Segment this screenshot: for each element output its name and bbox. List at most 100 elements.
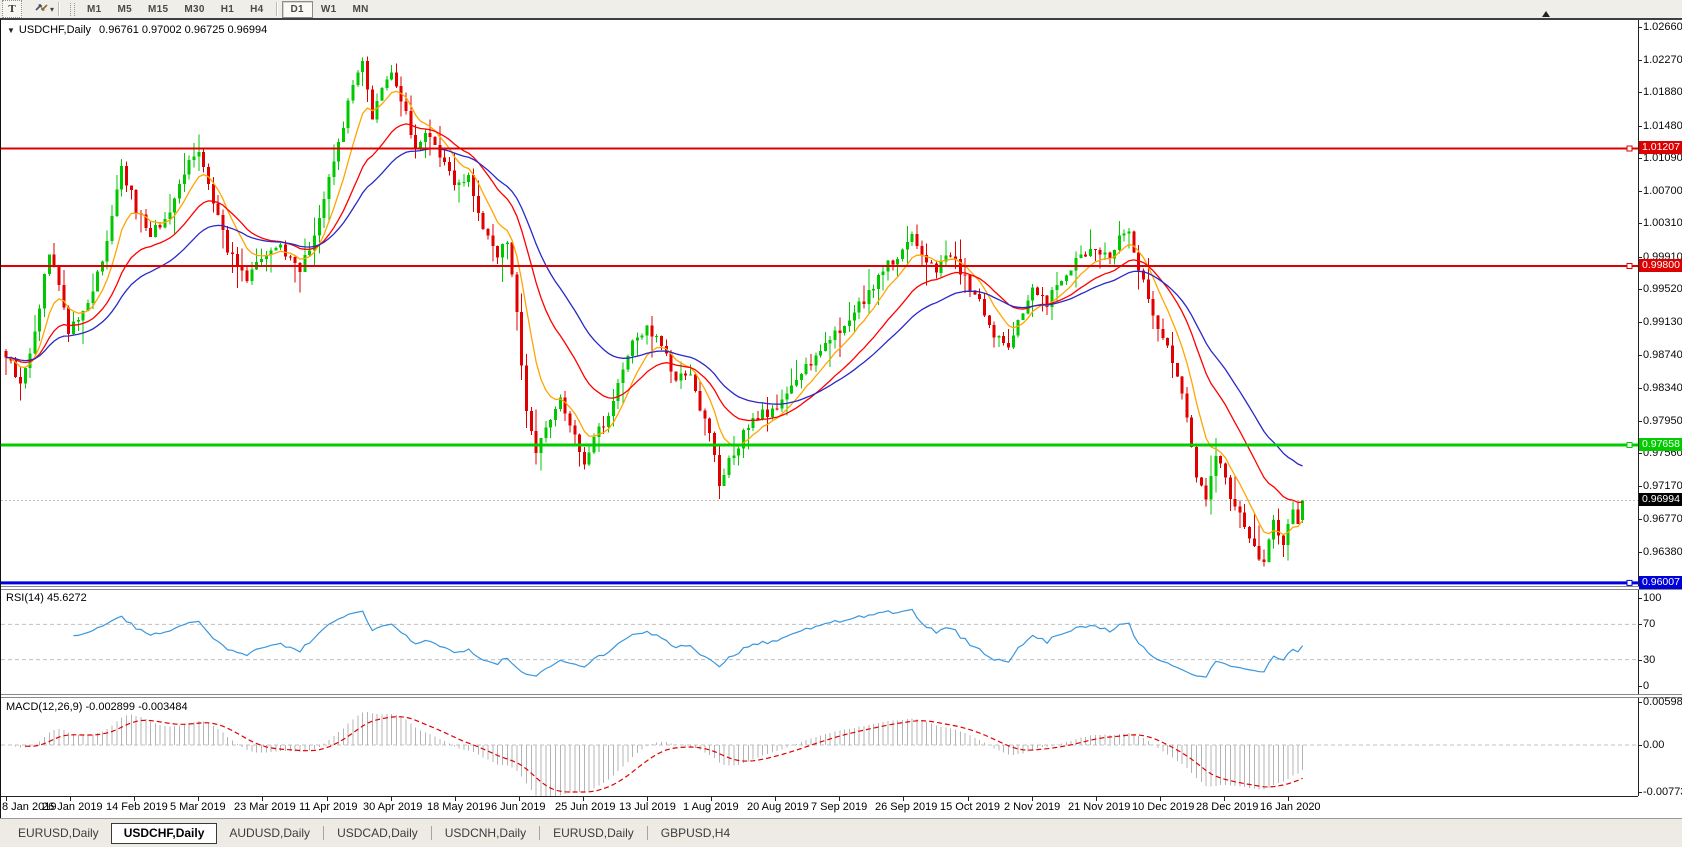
date-tick-label: 21 Nov 2019 xyxy=(1068,801,1130,813)
chart-tab-eurusd-daily[interactable]: EURUSD,Daily xyxy=(541,824,646,843)
date-tick-label: 26 Jan 2019 xyxy=(42,801,103,813)
chart-symbol-label: USDCHF,Daily xyxy=(19,24,91,36)
current-price-tag: 0.96994 xyxy=(1639,493,1682,506)
dropdown-caret-icon: ▾ xyxy=(50,5,54,14)
rsi-tick-label: 30 xyxy=(1643,654,1655,666)
timeframe-button-m5[interactable]: M5 xyxy=(110,2,141,17)
date-tick-label: 20 Aug 2019 xyxy=(747,801,809,813)
rsi-tick-label: 100 xyxy=(1643,592,1661,604)
date-tick-label: 18 May 2019 xyxy=(427,801,491,813)
toolbar-drag-handle[interactable] xyxy=(70,3,75,16)
window-arrange-button[interactable]: ▾ xyxy=(34,1,54,17)
date-tick-label: 11 Apr 2019 xyxy=(299,801,358,813)
date-tick-label: 7 Sep 2019 xyxy=(811,801,867,813)
macd-tick-label: 0.005986 xyxy=(1643,696,1682,708)
date-tick-label: 1 Aug 2019 xyxy=(683,801,739,813)
timeframe-button-m30[interactable]: M30 xyxy=(176,2,212,17)
timeframe-button-h1[interactable]: H1 xyxy=(213,2,242,17)
price-tick-mark xyxy=(1638,257,1642,258)
rsi-tick-mark xyxy=(1638,624,1642,625)
rsi-pane[interactable] xyxy=(1,590,1682,694)
top-toolbar: T ▾ M1M5M15M30H1H4 D1W1MN xyxy=(0,0,1682,18)
rsi-tick-mark xyxy=(1638,686,1642,687)
price-tick-mark xyxy=(1638,27,1642,28)
timeframe-button-d1[interactable]: D1 xyxy=(282,1,313,18)
price-tick-mark xyxy=(1638,519,1642,520)
price-tick-label: 0.97950 xyxy=(1643,415,1682,427)
price-tick-label: 1.00310 xyxy=(1643,217,1682,229)
window-arrange-icon xyxy=(34,1,49,17)
price-tick-mark xyxy=(1638,289,1642,290)
date-tick-label: 5 Mar 2019 xyxy=(170,801,226,813)
date-tick-label: 30 Apr 2019 xyxy=(363,801,422,813)
symbol-dropdown-icon[interactable]: ▼ xyxy=(7,26,15,35)
rsi-tick-mark xyxy=(1638,660,1642,661)
hline-price-tag[interactable]: 0.97658 xyxy=(1639,438,1682,451)
price-tick-mark xyxy=(1638,486,1642,487)
chart-window: ▼ USDCHF,Daily 0.96761 0.97002 0.96725 0… xyxy=(0,18,1682,818)
macd-tick-mark xyxy=(1638,792,1642,793)
chart-ohlc-values: 0.96761 0.97002 0.96725 0.96994 xyxy=(99,24,267,36)
date-tick-label: 16 Jan 2020 xyxy=(1260,801,1321,813)
price-tick-label: 0.96380 xyxy=(1643,546,1682,558)
date-tick-label: 23 Mar 2019 xyxy=(234,801,296,813)
chart-tab-eurusd-daily[interactable]: EURUSD,Daily xyxy=(6,824,111,843)
price-tick-label: 0.98340 xyxy=(1643,382,1682,394)
price-tick-mark xyxy=(1638,126,1642,127)
date-axis-line xyxy=(1,796,1638,797)
price-tick-mark xyxy=(1638,421,1642,422)
price-tick-mark xyxy=(1638,158,1642,159)
tab-separator xyxy=(431,826,432,840)
chart-tab-usdcnh-daily[interactable]: USDCNH,Daily xyxy=(433,824,538,843)
timeframe-button-m1[interactable]: M1 xyxy=(79,2,110,17)
chart-title: ▼ USDCHF,Daily 0.96761 0.97002 0.96725 0… xyxy=(7,24,267,36)
chart-tab-gbpusd-h4[interactable]: GBPUSD,H4 xyxy=(649,824,742,843)
price-tick-label: 0.99130 xyxy=(1643,316,1682,328)
price-tick-mark xyxy=(1638,453,1642,454)
price-tick-mark xyxy=(1638,355,1642,356)
price-tick-mark xyxy=(1638,388,1642,389)
main-chart-pane[interactable] xyxy=(1,20,1682,586)
chart-tab-usdcad-daily[interactable]: USDCAD,Daily xyxy=(325,824,430,843)
date-tick-label: 28 Dec 2019 xyxy=(1196,801,1258,813)
price-tick-mark xyxy=(1638,223,1642,224)
price-tick-label: 1.01480 xyxy=(1643,120,1682,132)
price-tick-mark xyxy=(1638,552,1642,553)
price-tick-label: 1.01880 xyxy=(1643,86,1682,98)
scroll-up-icon[interactable] xyxy=(1542,11,1550,17)
toolbar-separator xyxy=(276,2,278,16)
macd-pane[interactable] xyxy=(1,698,1682,796)
chart-tab-audusd-daily[interactable]: AUDUSD,Daily xyxy=(217,824,322,843)
timeframe-button-mn[interactable]: MN xyxy=(345,2,377,17)
date-tick-label: 15 Oct 2019 xyxy=(940,801,1000,813)
price-tick-mark xyxy=(1638,60,1642,61)
hline-price-tag[interactable]: 0.96007 xyxy=(1639,576,1682,589)
macd-tick-mark xyxy=(1638,702,1642,703)
date-tick-label: 6 Jun 2019 xyxy=(491,801,545,813)
timeframe-button-h4[interactable]: H4 xyxy=(242,2,271,17)
price-tick-label: 1.02660 xyxy=(1643,21,1682,33)
tab-separator xyxy=(323,826,324,840)
hline-price-tag[interactable]: 0.99800 xyxy=(1639,259,1682,272)
date-tick-label: 26 Sep 2019 xyxy=(875,801,937,813)
date-tick-label: 25 Jun 2019 xyxy=(555,801,616,813)
macd-indicator-label: MACD(12,26,9) -0.002899 -0.003484 xyxy=(6,701,188,713)
rsi-tick-label: 70 xyxy=(1643,618,1655,630)
macd-tick-label: 0.00 xyxy=(1643,739,1664,751)
hline-price-tag[interactable]: 1.01207 xyxy=(1639,141,1682,154)
date-tick-label: 14 Feb 2019 xyxy=(106,801,168,813)
timeframe-button-w1[interactable]: W1 xyxy=(313,2,345,17)
price-tick-label: 1.00700 xyxy=(1643,185,1682,197)
rsi-indicator-label: RSI(14) 45.6272 xyxy=(6,592,87,604)
timeframe-button-m15[interactable]: M15 xyxy=(140,2,176,17)
tab-separator xyxy=(539,826,540,840)
price-tick-label: 0.99520 xyxy=(1643,283,1682,295)
date-tick-label: 13 Jul 2019 xyxy=(619,801,676,813)
price-tick-mark xyxy=(1638,92,1642,93)
macd-tick-label: -0.007737 xyxy=(1643,786,1682,798)
toolbar-separator xyxy=(58,2,60,16)
price-tick-mark xyxy=(1638,191,1642,192)
price-tick-mark xyxy=(1638,322,1642,323)
text-tool-button[interactable]: T xyxy=(2,0,22,18)
chart-tab-usdchf-daily[interactable]: USDCHF,Daily xyxy=(111,823,218,844)
